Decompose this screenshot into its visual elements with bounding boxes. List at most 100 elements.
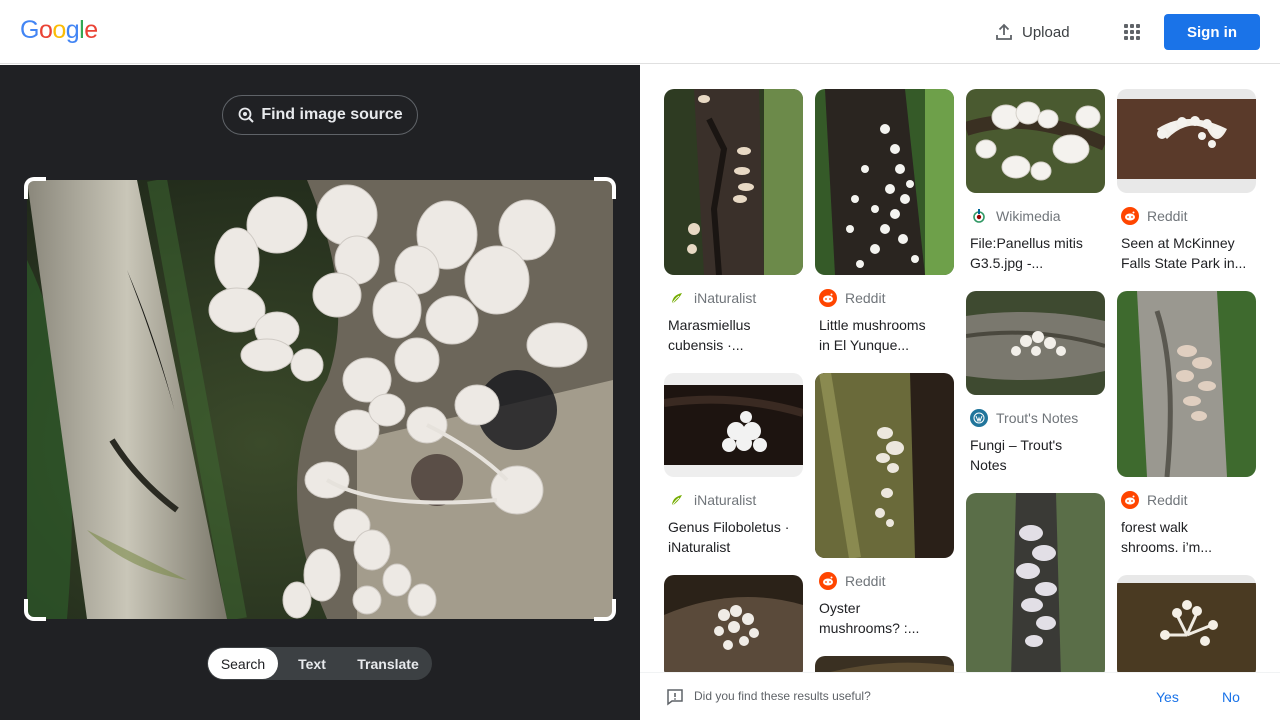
lens-search-icon bbox=[238, 107, 255, 123]
result-source-name: Wikimedia bbox=[996, 208, 1061, 224]
tab-search[interactable]: Search bbox=[208, 648, 278, 679]
result-title[interactable]: Oyster mushrooms? :... bbox=[815, 598, 954, 638]
result-title[interactable]: Marasmiellus cubensis ·... bbox=[664, 315, 803, 355]
result-source-name: Reddit bbox=[845, 573, 886, 589]
result-title[interactable]: Genus Filoboletus · iNaturalist bbox=[664, 517, 803, 557]
result-thumbnail[interactable] bbox=[1117, 89, 1256, 193]
results-column: Reddit Little mushrooms in El Yunque... bbox=[815, 89, 954, 672]
wordpress-icon bbox=[970, 409, 988, 427]
feedback-yes-button[interactable]: Yes bbox=[1156, 689, 1179, 705]
reddit-icon bbox=[1121, 207, 1139, 225]
result-title-line: iNaturalist bbox=[668, 539, 731, 555]
result-title-line: forest walk bbox=[1121, 519, 1188, 535]
result-card[interactable] bbox=[815, 656, 954, 672]
top-header: Google Upload Sign in bbox=[0, 0, 1280, 64]
result-thumbnail[interactable] bbox=[664, 575, 803, 672]
reddit-icon bbox=[819, 572, 837, 590]
result-title[interactable]: Fungi – Trout's Notes bbox=[966, 435, 1105, 475]
result-source[interactable]: Trout's Notes bbox=[966, 409, 1105, 427]
result-title-line: shrooms. i’m... bbox=[1121, 539, 1213, 555]
logo-letter: g bbox=[65, 16, 80, 44]
result-source-name: Trout's Notes bbox=[996, 410, 1079, 426]
upload-button[interactable]: Upload bbox=[988, 14, 1080, 50]
inaturalist-icon bbox=[668, 491, 686, 509]
feedback-icon bbox=[667, 689, 683, 706]
result-card[interactable]: Wikimedia File:Panellus mitis G3.5.jpg -… bbox=[966, 89, 1105, 273]
reddit-icon bbox=[1121, 491, 1139, 509]
result-title-line: Falls State Park in... bbox=[1121, 255, 1247, 271]
result-title[interactable]: Seen at McKinney Falls State Park in... bbox=[1117, 233, 1256, 273]
result-title-line: mushrooms? :... bbox=[819, 620, 920, 636]
crop-handle-bottom-left[interactable] bbox=[24, 599, 46, 621]
result-title[interactable]: Little mushrooms in El Yunque... bbox=[815, 315, 954, 355]
result-title-line: File:Panellus mitis bbox=[970, 235, 1083, 251]
result-source[interactable]: Reddit bbox=[1117, 207, 1256, 225]
logo-letter: G bbox=[20, 16, 39, 44]
result-source[interactable]: Wikimedia bbox=[966, 207, 1105, 225]
find-source-label: Find image source bbox=[261, 106, 403, 123]
result-source-name: Reddit bbox=[1147, 492, 1188, 508]
result-thumbnail[interactable] bbox=[664, 89, 803, 275]
logo-letter: o bbox=[52, 16, 66, 44]
result-thumbnail[interactable] bbox=[815, 656, 954, 672]
result-card[interactable]: iNaturalist Marasmiellus cubensis ·... bbox=[664, 89, 803, 355]
result-title[interactable]: forest walk shrooms. i’m... bbox=[1117, 517, 1256, 557]
result-title-line: Fungi – Trout's bbox=[970, 437, 1063, 453]
result-thumbnail[interactable] bbox=[966, 493, 1105, 672]
result-thumbnail[interactable] bbox=[1117, 291, 1256, 477]
result-card[interactable] bbox=[1117, 575, 1256, 672]
crop-handle-top-right[interactable] bbox=[594, 177, 616, 199]
result-card[interactable]: Reddit Oyster mushrooms? :... bbox=[815, 373, 954, 638]
results-column: Reddit Seen at McKinney Falls State Park… bbox=[1117, 89, 1256, 672]
result-source[interactable]: Reddit bbox=[815, 572, 954, 590]
tab-text[interactable]: Text bbox=[278, 648, 346, 679]
crop-handle-bottom-right[interactable] bbox=[594, 599, 616, 621]
query-image[interactable] bbox=[27, 180, 613, 619]
result-card[interactable]: iNaturalist Genus Filoboletus · iNatural… bbox=[664, 373, 803, 557]
result-source-name: iNaturalist bbox=[694, 492, 757, 508]
find-image-source-button[interactable]: Find image source bbox=[222, 95, 418, 135]
result-title-line: G3.5.jpg -... bbox=[970, 255, 1044, 271]
result-source[interactable]: iNaturalist bbox=[664, 491, 803, 509]
result-thumbnail[interactable] bbox=[815, 373, 954, 558]
result-thumbnail[interactable] bbox=[664, 373, 803, 477]
result-source[interactable]: iNaturalist bbox=[664, 289, 803, 307]
upload-icon bbox=[996, 23, 1012, 40]
apps-button[interactable] bbox=[1114, 14, 1150, 50]
result-title-line: Marasmiellus bbox=[668, 317, 751, 333]
result-card[interactable]: Reddit forest walk shrooms. i’m... bbox=[1117, 291, 1256, 557]
logo-letter: o bbox=[38, 16, 53, 44]
wikimedia-icon bbox=[970, 207, 988, 225]
tab-translate[interactable]: Translate bbox=[346, 648, 430, 679]
result-card[interactable]: Reddit Seen at McKinney Falls State Park… bbox=[1117, 89, 1256, 273]
results-column: Wikimedia File:Panellus mitis G3.5.jpg -… bbox=[966, 89, 1105, 672]
result-thumbnail[interactable] bbox=[815, 89, 954, 275]
result-source-name: Reddit bbox=[845, 290, 886, 306]
result-card[interactable] bbox=[966, 493, 1105, 672]
result-card[interactable]: Trout's Notes Fungi – Trout's Notes bbox=[966, 291, 1105, 475]
result-source-name: iNaturalist bbox=[694, 290, 757, 306]
feedback-no-button[interactable]: No bbox=[1222, 689, 1240, 705]
result-title[interactable]: File:Panellus mitis G3.5.jpg -... bbox=[966, 233, 1105, 273]
result-title-line: Genus Filoboletus · bbox=[668, 519, 790, 535]
result-title-line: Oyster bbox=[819, 600, 861, 616]
logo-letter: e bbox=[84, 16, 98, 44]
feedback-question: Did you find these results useful? bbox=[694, 689, 871, 703]
result-title-line: Seen at McKinney bbox=[1121, 235, 1235, 251]
apps-grid-icon bbox=[1124, 24, 1140, 40]
result-thumbnail[interactable] bbox=[966, 89, 1105, 193]
result-card[interactable] bbox=[664, 575, 803, 672]
result-card[interactable]: Reddit Little mushrooms in El Yunque... bbox=[815, 89, 954, 355]
query-image-panel: Find image source Search Text Translate bbox=[0, 65, 640, 720]
result-title-line: in El Yunque... bbox=[819, 337, 910, 353]
result-thumbnail[interactable] bbox=[966, 291, 1105, 395]
result-thumbnail[interactable] bbox=[1117, 575, 1256, 672]
google-logo[interactable]: Google bbox=[20, 16, 98, 45]
result-source[interactable]: Reddit bbox=[815, 289, 954, 307]
sign-in-button[interactable]: Sign in bbox=[1164, 14, 1260, 50]
visual-matches-panel: iNaturalist Marasmiellus cubensis ·... i… bbox=[640, 65, 1280, 672]
result-title-line: cubensis ·... bbox=[668, 337, 744, 353]
crop-handle-top-left[interactable] bbox=[24, 177, 46, 199]
result-source[interactable]: Reddit bbox=[1117, 491, 1256, 509]
results-column: iNaturalist Marasmiellus cubensis ·... i… bbox=[664, 89, 803, 672]
